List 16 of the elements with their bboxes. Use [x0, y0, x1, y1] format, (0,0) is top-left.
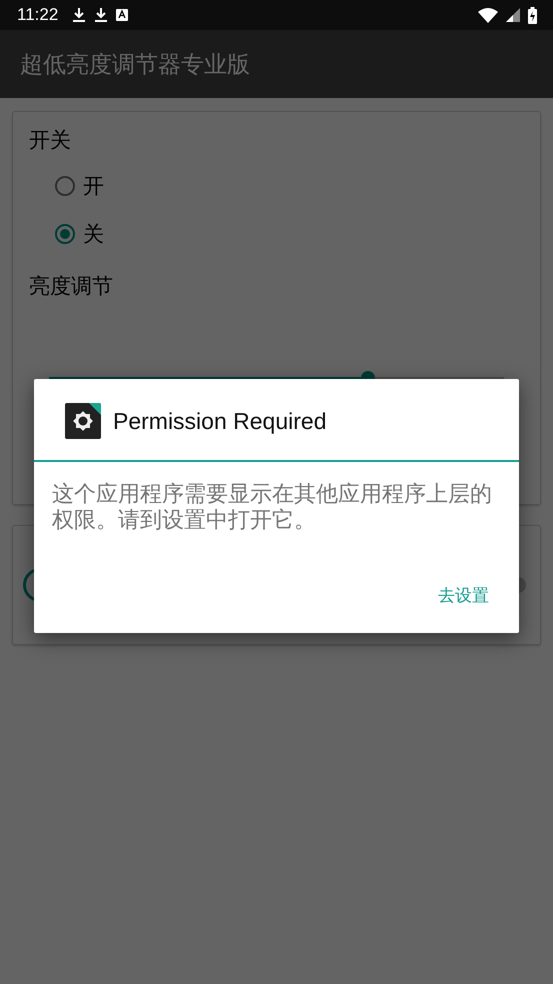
dialog-title: Permission Required: [113, 408, 326, 434]
radio-option[interactable]: 关: [55, 220, 125, 248]
radio-option[interactable]: 开: [55, 172, 125, 200]
status-time: 11:22: [17, 5, 58, 25]
wifi-icon: [478, 8, 498, 22]
dialog-message: 这个应用程序需要显示在其他应用程序上层的权限。请到设置中打开它。: [52, 482, 493, 534]
settings-button[interactable]: 去设置: [428, 576, 499, 615]
download-icon: [94, 7, 108, 23]
battery-icon: [528, 6, 537, 24]
section-label: 亮度调节: [29, 273, 114, 300]
keyboard-icon: [116, 9, 128, 21]
download-icon: [72, 7, 86, 23]
app-title: 超低亮度调节器专业版: [20, 50, 250, 80]
section-label: 开关: [29, 127, 72, 154]
app-icon: [65, 403, 101, 439]
signal-icon: [506, 8, 520, 22]
